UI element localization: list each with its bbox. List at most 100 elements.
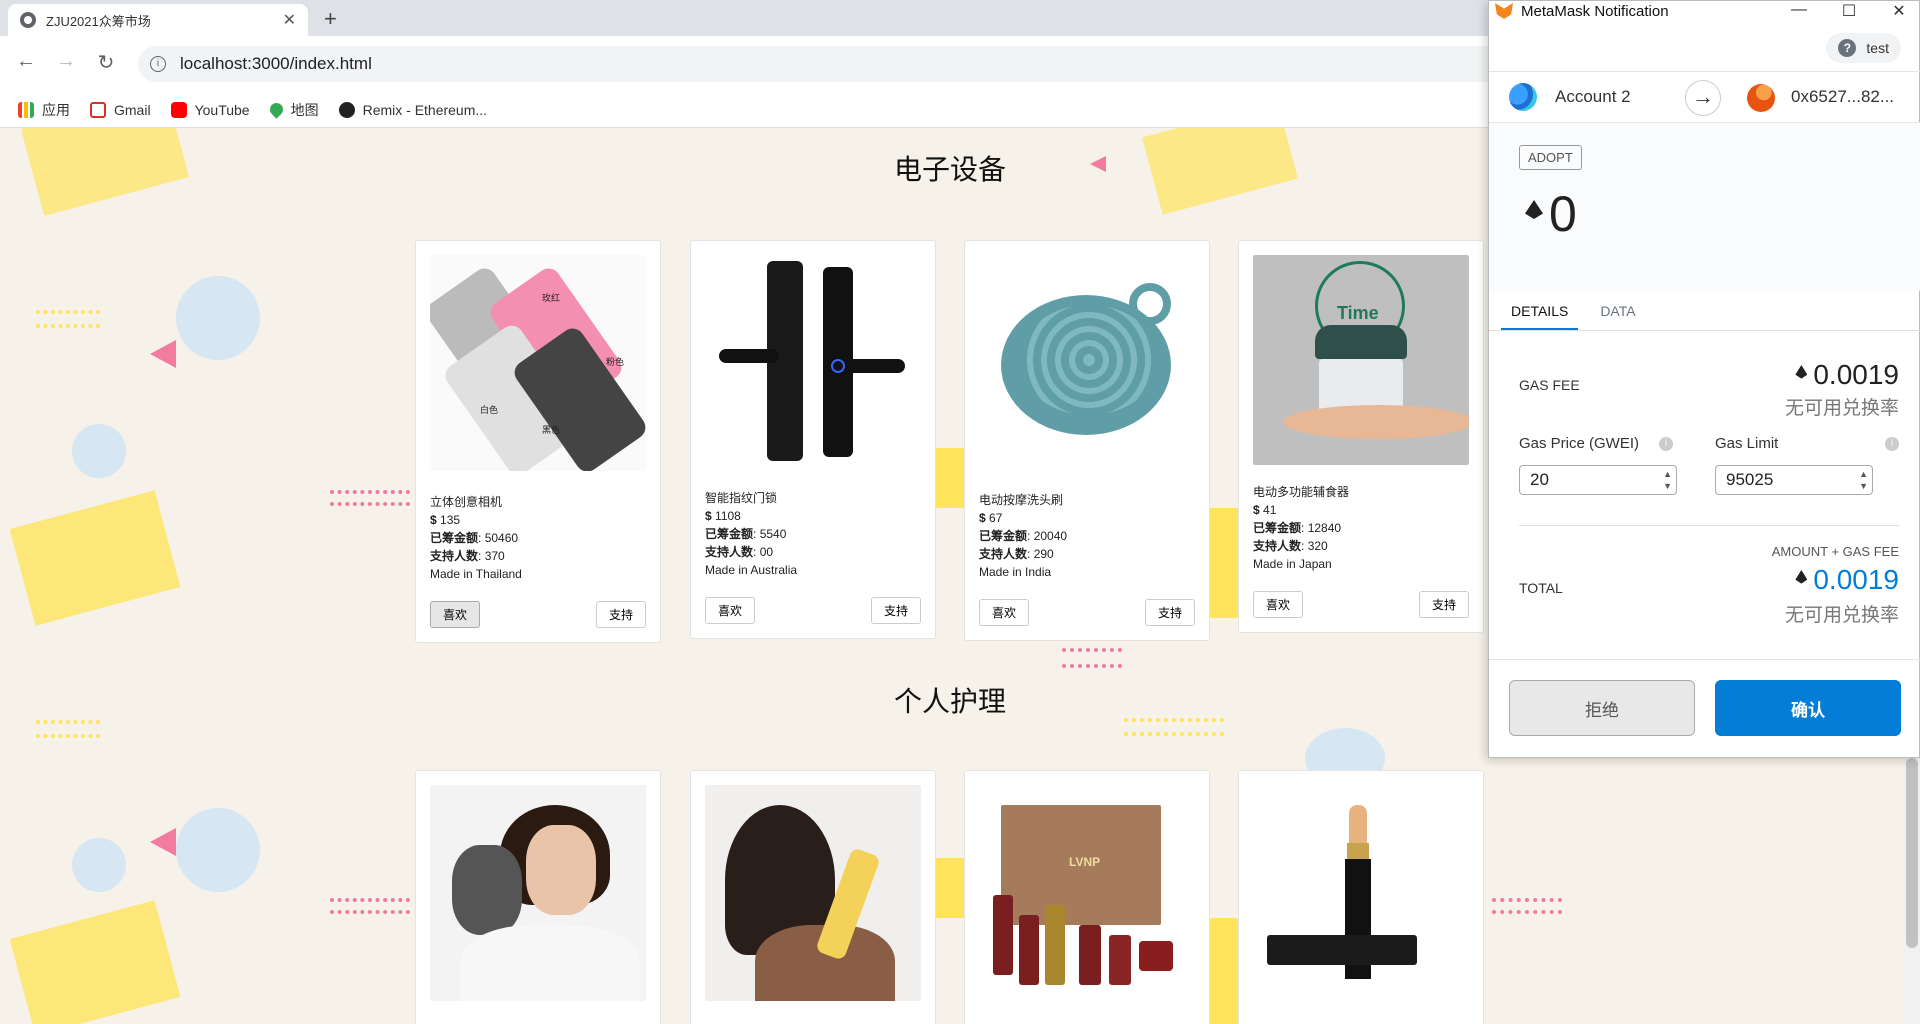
product-backers: 290	[1033, 547, 1054, 561]
product-image-food-processor: Time	[1253, 255, 1469, 465]
gas-limit-info-icon[interactable]: i	[1885, 437, 1899, 451]
bookmark-apps[interactable]: 应用	[18, 100, 70, 120]
details-tabs: DETAILS DATA	[1489, 291, 1920, 331]
decor-yellow-shape	[935, 448, 965, 508]
close-window-button[interactable]: ✕	[1879, 1, 1919, 21]
confirm-button[interactable]: 确认	[1715, 680, 1901, 736]
bookmark-gmail[interactable]: Gmail	[90, 101, 151, 118]
decor-circle	[72, 424, 126, 478]
product-origin: Made in India	[979, 565, 1052, 579]
total-fiat: 无可用兑换率	[1784, 605, 1899, 626]
remix-icon	[338, 101, 355, 118]
currency-symbol: $	[1253, 503, 1260, 517]
product-raised: 5540	[759, 527, 787, 541]
gas-fee-fiat: 无可用兑换率	[1784, 398, 1899, 419]
reject-button[interactable]: 拒绝	[1509, 680, 1695, 736]
support-button[interactable]: 支持	[595, 601, 646, 628]
tab-data[interactable]: DATA	[1590, 291, 1645, 330]
gas-price-input[interactable]: 20 ▲ ▼	[1519, 465, 1677, 495]
eth-icon	[1795, 570, 1808, 584]
tab-close-icon[interactable]: ✕	[283, 10, 296, 30]
gas-price-info-icon[interactable]: i	[1659, 437, 1673, 451]
product-image-door-lock	[705, 255, 921, 471]
total-value: 0.0019	[1795, 564, 1899, 596]
product-raised: 12840	[1307, 521, 1342, 535]
apps-grid-icon	[18, 101, 34, 118]
browser-tab[interactable]: ZJU2021众筹市场 ✕	[8, 4, 308, 36]
product-price: 135	[440, 513, 461, 527]
product-name: 电动多功能辅食器	[1253, 485, 1350, 499]
new-tab-button[interactable]: +	[324, 6, 337, 32]
account-row: Account 2 → 0x6527...82...	[1489, 71, 1920, 123]
decor-pink-wave	[1062, 648, 1122, 668]
minimize-button[interactable]: —	[1779, 1, 1819, 19]
product-image-lipstick	[1253, 785, 1469, 1001]
forward-button[interactable]: →	[52, 50, 80, 73]
product-raised: 20040	[1033, 529, 1068, 543]
back-button[interactable]: ←	[12, 50, 40, 73]
scrollbar-thumb[interactable]	[1906, 758, 1918, 948]
gas-price-label: Gas Price (GWEI)	[1519, 435, 1640, 452]
product-origin: Made in Thailand	[430, 567, 522, 581]
bookmark-remix[interactable]: Remix - Ethereum...	[338, 101, 487, 118]
decor-yellow-shape	[1210, 508, 1240, 618]
gas-limit-label: Gas Limit	[1715, 435, 1779, 452]
product-card: 智能指纹门锁 $ 1108 已筹金额: 5540 支持人数: 00 Made i…	[690, 240, 936, 639]
product-name: 电动按摩洗头刷	[979, 493, 1064, 507]
action-footer: 拒绝 确认	[1489, 659, 1920, 759]
eth-icon	[1795, 365, 1808, 379]
support-button[interactable]: 支持	[870, 597, 921, 624]
gas-limit-input[interactable]: 95025 ▲ ▼	[1715, 465, 1873, 495]
bookmark-youtube[interactable]: YouTube	[170, 101, 250, 118]
like-button[interactable]: 喜欢	[705, 597, 756, 624]
backers-label: 支持人数	[705, 545, 754, 559]
bookmark-maps[interactable]: 地图	[266, 100, 319, 120]
total-label: TOTAL	[1519, 580, 1563, 596]
product-image-led-mask	[430, 785, 646, 1001]
address-bar[interactable]: i localhost:3000/index.html	[138, 46, 1518, 82]
network-selector[interactable]: ? test	[1826, 33, 1901, 63]
product-card: 玫红 粉色 白色 黑色 立体创意相机 $ 135 已筹金额: 50460 支持人…	[415, 240, 661, 643]
like-button[interactable]: 喜欢	[430, 601, 481, 628]
method-badge: ADOPT	[1519, 145, 1582, 170]
product-image-massage-brush	[979, 255, 1195, 471]
decor-pink-wave	[330, 490, 410, 506]
camera-color-label: 白色	[480, 405, 499, 415]
product-raised: 50460	[484, 531, 519, 545]
currency-symbol: $	[705, 509, 712, 523]
decor-pink-wave	[330, 898, 410, 914]
account-avatar	[1509, 83, 1537, 111]
currency-symbol: $	[430, 513, 437, 527]
stepper-icon[interactable]: ▲ ▼	[1859, 468, 1868, 492]
decor-yellow-wave	[1124, 718, 1224, 736]
bookmark-label: 应用	[42, 101, 70, 118]
product-origin: Made in Australia	[705, 563, 798, 577]
like-button[interactable]: 喜欢	[1253, 591, 1304, 618]
bookmark-label: 地图	[290, 101, 319, 118]
site-info-icon[interactable]: i	[150, 56, 166, 72]
tab-details[interactable]: DETAILS	[1501, 291, 1579, 330]
gmail-icon	[90, 101, 106, 118]
maps-pin-icon	[266, 100, 286, 119]
like-button[interactable]: 喜欢	[979, 599, 1030, 626]
bookmark-label: Gmail	[114, 101, 151, 118]
stepper-icon[interactable]: ▲ ▼	[1663, 468, 1672, 492]
from-account-name: Account 2	[1555, 87, 1631, 106]
maximize-button[interactable]: ☐	[1829, 1, 1869, 21]
support-button[interactable]: 支持	[1144, 599, 1195, 626]
url-text: localhost:3000/index.html	[180, 54, 372, 73]
currency-symbol: $	[979, 511, 986, 525]
product-origin: Made in Japan	[1253, 557, 1332, 571]
product-price: 1108	[715, 509, 741, 523]
transaction-amount: 0	[1525, 185, 1577, 243]
decor-pink-triangle	[150, 340, 176, 368]
reload-button[interactable]: ↻	[92, 50, 120, 75]
product-card: LVNP	[964, 770, 1210, 1024]
product-card	[415, 770, 661, 1024]
bookmark-label: YouTube	[194, 101, 250, 118]
product-card	[690, 770, 936, 1024]
decor-yellow-shape	[9, 900, 181, 1024]
product-card: Time 电动多功能辅食器 $ 41 已筹金额: 12840 支持人数: 320…	[1238, 240, 1484, 633]
decor-circle	[176, 808, 260, 892]
support-button[interactable]: 支持	[1418, 591, 1469, 618]
